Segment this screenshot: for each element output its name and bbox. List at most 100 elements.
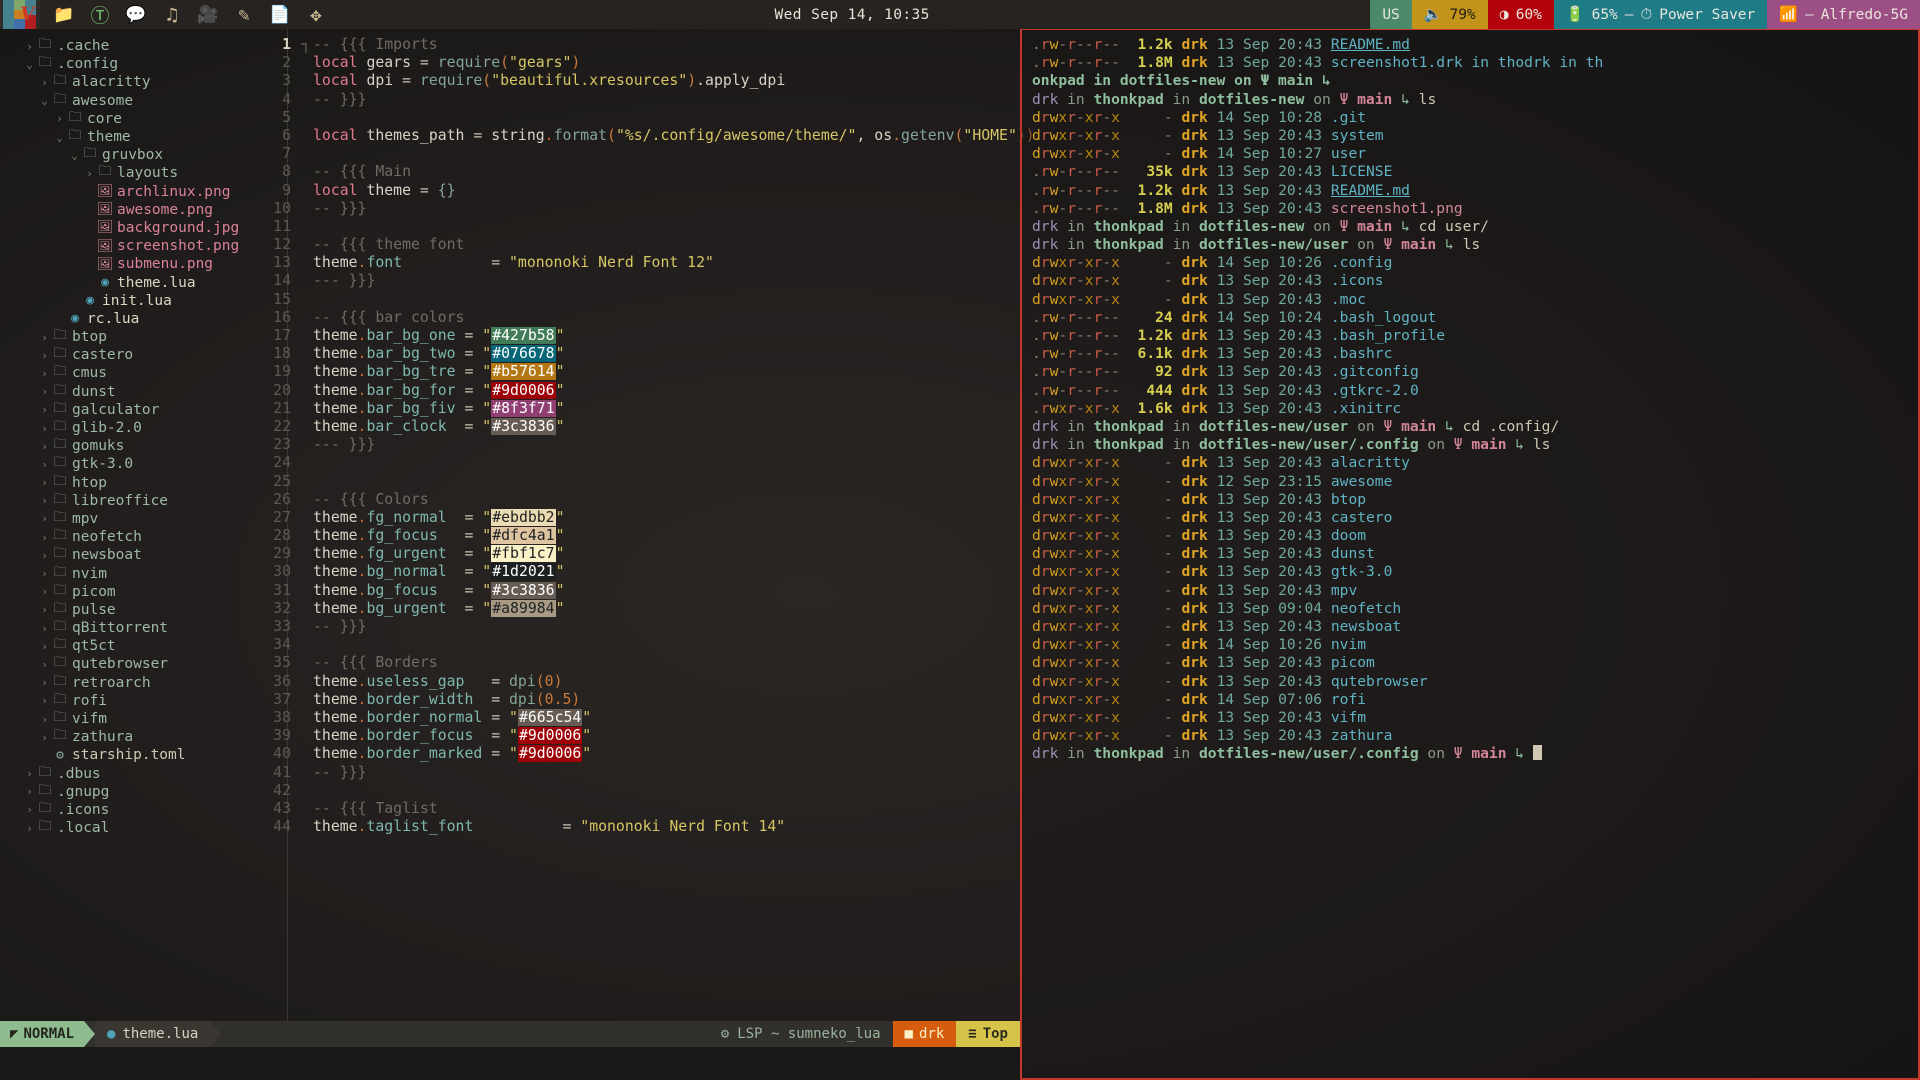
chevron-icon[interactable]: › — [38, 494, 51, 507]
chat-icon[interactable]: 💬 — [118, 0, 154, 29]
chevron-icon[interactable]: › — [38, 531, 51, 544]
code-line[interactable]: 39 theme.border_focus = "#9d0006" — [265, 727, 1020, 745]
tree-item-htop[interactable]: › 🗀 htop — [0, 474, 265, 492]
tree-item-newsboat[interactable]: › 🗀 newsboat — [0, 546, 265, 564]
chevron-icon[interactable]: › — [38, 731, 51, 744]
music-icon[interactable]: ♫ — [154, 0, 190, 29]
tree-item-awesome[interactable]: ⌄ 🗀 awesome — [0, 92, 265, 110]
code-line[interactable]: 5 — [265, 109, 1020, 127]
code-line[interactable]: 21 theme.bar_bg_fiv = "#8f3f71" — [265, 399, 1020, 418]
code-line[interactable]: 15 — [265, 291, 1020, 309]
code-line[interactable]: 24 — [265, 454, 1020, 472]
chevron-icon[interactable]: › — [38, 603, 51, 616]
chevron-icon[interactable]: › — [38, 676, 51, 689]
chevron-icon[interactable]: › — [23, 803, 36, 816]
code-line[interactable]: 12 -- {{{ theme font — [265, 236, 1020, 254]
tree-item-castero[interactable]: › 🗀 castero — [0, 346, 265, 364]
code-line[interactable]: 27 theme.fg_normal = "#ebdbb2" — [265, 508, 1020, 527]
code-line[interactable]: 13 theme.font = "mononoki Nerd Font 12" — [265, 254, 1020, 272]
tree-item-btop[interactable]: › 🗀 btop — [0, 328, 265, 346]
chevron-icon[interactable]: › — [38, 640, 51, 653]
battery-widget[interactable]: 🔋 65% – ⏱ Power Saver — [1553, 0, 1768, 29]
chevron-icon[interactable]: › — [38, 385, 51, 398]
launcher-icons[interactable]: 📁 Ⓣ 💬 ♫ 🎥 ✎ 📄 ✥ — [40, 0, 334, 29]
code-line[interactable]: 40 theme.border_marked = "#9d0006" — [265, 745, 1020, 763]
chevron-icon[interactable]: › — [38, 512, 51, 525]
network-widget[interactable]: 📶 – Alfredo-5G — [1767, 0, 1920, 29]
code-line[interactable]: 11 — [265, 218, 1020, 236]
chevron-icon[interactable]: › — [53, 112, 66, 125]
chevron-icon[interactable]: › — [38, 403, 51, 416]
chevron-icon[interactable]: › — [83, 167, 96, 180]
tree-item-cmus[interactable]: › 🗀 cmus — [0, 364, 265, 382]
tree-item-screenshot-png[interactable]: 🖼 screenshot.png — [0, 237, 265, 255]
brightness-widget[interactable]: ◑ 60% — [1487, 0, 1554, 29]
tree-item-mpv[interactable]: › 🗀 mpv — [0, 510, 265, 528]
code-line[interactable]: 26 -- {{{ Colors — [265, 491, 1020, 509]
chevron-icon[interactable]: › — [23, 822, 36, 835]
file-tree-sidebar[interactable]: › 🗀 .cache ⌄ 🗀 .config › 🗀 alacritty ⌄ 🗀 awesome › 🗀 c… — [0, 29, 265, 1021]
code-line[interactable]: 19 theme.bar_bg_tre = "#b57614" — [265, 363, 1020, 381]
code-line[interactable]: 31 theme.bg_focus = "#3c3836" — [265, 581, 1020, 600]
chevron-icon[interactable]: › — [38, 458, 51, 471]
chevron-icon[interactable]: › — [23, 785, 36, 798]
chevron-icon[interactable]: › — [38, 349, 51, 362]
code-line[interactable]: 3 local dpi = require("beautiful.xresourc… — [265, 72, 1020, 90]
code-line[interactable]: 29 theme.fg_urgent = "#fbf1c7" — [265, 545, 1020, 563]
keyboard-layout-widget[interactable]: US — [1370, 0, 1412, 29]
terminal-window[interactable]: .rw-r--r-- 1.2k drk 13 Sep 20:43 README.… — [1020, 29, 1920, 1080]
chevron-icon[interactable]: › — [38, 658, 51, 671]
gamepad-icon[interactable]: ✥ — [298, 0, 334, 29]
tree-item-rofi[interactable]: › 🗀 rofi — [0, 692, 265, 710]
code-line[interactable]: 22 theme.bar_clock = "#3c3836" — [265, 417, 1020, 436]
video-icon[interactable]: 🎥 — [190, 0, 226, 29]
code-line[interactable]: 25 — [265, 473, 1020, 491]
tree-item-nvim[interactable]: › 🗀 nvim — [0, 564, 265, 582]
git-branch-indicator[interactable]: ■ drk — [892, 1021, 957, 1047]
chevron-icon[interactable]: › — [38, 76, 51, 89]
code-line[interactable]: 17 theme.bar_bg_one = "#427b58" — [265, 327, 1020, 345]
code-line[interactable]: 38 theme.border_normal = "#665c54" — [265, 708, 1020, 727]
code-line[interactable]: 37 theme.border_width = dpi(0.5) — [265, 691, 1020, 709]
code-line[interactable]: 10 -- }}} — [265, 200, 1020, 218]
chevron-icon[interactable]: › — [38, 476, 51, 489]
tree-item-layouts[interactable]: › 🗀 layouts — [0, 164, 265, 182]
code-line[interactable]: 9 local theme = {} — [265, 182, 1020, 200]
chevron-icon[interactable]: › — [23, 767, 36, 780]
code-line[interactable]: 2 local gears = require("gears") — [265, 54, 1020, 72]
chevron-icon[interactable]: ⌄ — [38, 94, 51, 107]
code-line[interactable]: 41 -- }}} — [265, 764, 1020, 782]
code-line[interactable]: 28 theme.fg_focus = "#dfc4a1" — [265, 527, 1020, 545]
tree-item-rc-lua[interactable]: ◉ rc.lua — [0, 310, 265, 328]
tree-item-qt5ct[interactable]: › 🗀 qt5ct — [0, 637, 265, 655]
tree-item-submenu-png[interactable]: 🖼 submenu.png — [0, 255, 265, 273]
code-line[interactable]: 18 theme.bar_bg_two = "#076678" — [265, 345, 1020, 363]
chevron-icon[interactable]: › — [38, 331, 51, 344]
code-line[interactable]: 16 -- {{{ bar colors — [265, 309, 1020, 327]
chevron-icon[interactable]: › — [38, 440, 51, 453]
code-line[interactable]: 23 --- }}} — [265, 436, 1020, 454]
document-icon[interactable]: 📄 — [262, 0, 298, 29]
editor-icon[interactable]: ✎ — [226, 0, 262, 29]
chevron-icon[interactable]: › — [23, 40, 36, 53]
code-line[interactable]: 35 -- {{{ Borders — [265, 654, 1020, 672]
tree-item-core[interactable]: › 🗀 core — [0, 110, 265, 128]
tag-list[interactable]: V — [0, 0, 40, 30]
code-line[interactable]: 33 -- }}} — [265, 618, 1020, 636]
chevron-icon[interactable]: › — [38, 567, 51, 580]
chevron-icon[interactable]: › — [38, 694, 51, 707]
tree-item-picom[interactable]: › 🗀 picom — [0, 583, 265, 601]
lsp-indicator[interactable]: ⚙ LSP ~ sumneko_lua — [709, 1026, 893, 1042]
chevron-icon[interactable]: › — [38, 367, 51, 380]
code-line[interactable]: 43 -- {{{ Taglist — [265, 800, 1020, 818]
code-line[interactable]: 42 — [265, 782, 1020, 800]
code-line[interactable]: 20 theme.bar_bg_for = "#9d0006" — [265, 381, 1020, 400]
tree-item-background-jpg[interactable]: 🖼 background.jpg — [0, 219, 265, 237]
tree-item-gomuks[interactable]: › 🗀 gomuks — [0, 437, 265, 455]
code-line[interactable]: 4 -- }}} — [265, 91, 1020, 109]
tree-item-qbittorrent[interactable]: › 🗀 qBittorrent — [0, 619, 265, 637]
tree-item-pulse[interactable]: › 🗀 pulse — [0, 601, 265, 619]
tree-item-galculator[interactable]: › 🗀 galculator — [0, 401, 265, 419]
volume-widget[interactable]: 🔈 79% — [1411, 0, 1488, 29]
chevron-icon[interactable]: ⌄ — [53, 131, 66, 144]
